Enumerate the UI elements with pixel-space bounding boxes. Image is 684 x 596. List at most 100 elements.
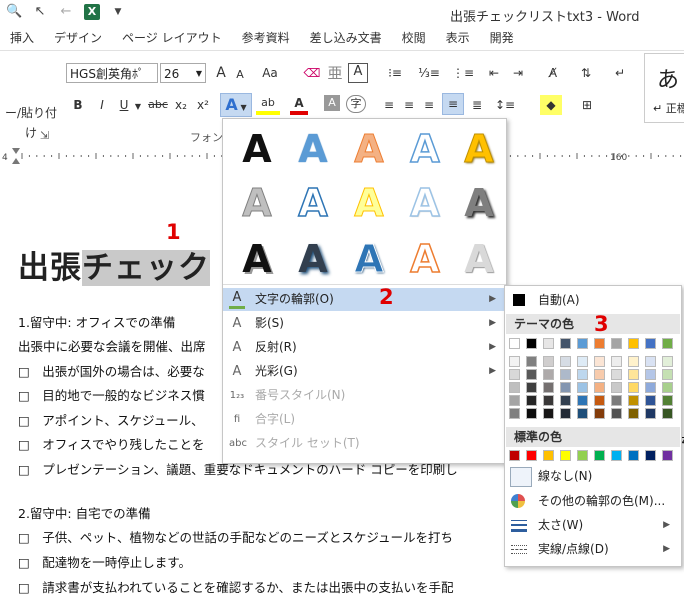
theme-color-swatch[interactable]: [526, 338, 537, 349]
standard-color-swatch[interactable]: [628, 450, 639, 461]
theme-shade-swatch[interactable]: [628, 382, 639, 393]
theme-shade-swatch[interactable]: [526, 408, 537, 419]
theme-shade-swatch[interactable]: [577, 395, 588, 406]
standard-color-swatch[interactable]: [611, 450, 622, 461]
theme-shade-swatch[interactable]: [594, 369, 605, 380]
font-name-combo[interactable]: HGS創英角ﾎﾟ: [66, 63, 158, 83]
char-shading-button[interactable]: A: [324, 95, 340, 111]
theme-shade-swatch[interactable]: [560, 356, 571, 367]
text-effect-preset[interactable]: A: [451, 235, 507, 283]
dash-item[interactable]: 実線/点線(D) ▶: [506, 538, 680, 560]
theme-color-swatch[interactable]: [560, 338, 571, 349]
theme-shade-swatch[interactable]: [611, 395, 622, 406]
tab-page-layout[interactable]: ページ レイアウト: [112, 28, 232, 50]
text-effect-preset[interactable]: A: [285, 235, 341, 283]
subscript-button[interactable]: x₂: [172, 95, 190, 115]
standard-color-swatch[interactable]: [645, 450, 656, 461]
text-effect-preset[interactable]: A: [229, 179, 285, 227]
theme-shade-swatch[interactable]: [662, 356, 673, 367]
theme-shade-swatch[interactable]: [509, 356, 520, 367]
phonetic-guide-button[interactable]: 亜: [326, 63, 344, 83]
change-case-button[interactable]: Aa: [258, 63, 282, 83]
weight-item[interactable]: 太さ(W) ▶: [506, 514, 680, 536]
align-center-icon[interactable]: ≡: [400, 95, 418, 115]
standard-color-swatch[interactable]: [577, 450, 588, 461]
theme-color-swatch[interactable]: [611, 338, 622, 349]
tab-view[interactable]: 表示: [436, 28, 480, 50]
theme-color-swatch[interactable]: [594, 338, 605, 349]
theme-shade-swatch[interactable]: [662, 382, 673, 393]
align-left-icon[interactable]: ≡: [380, 95, 398, 115]
theme-color-swatch[interactable]: [645, 338, 656, 349]
text-effect-button[interactable]: A ▼: [220, 93, 252, 117]
tab-mailings[interactable]: 差し込み文書: [300, 28, 392, 50]
theme-shade-swatch[interactable]: [509, 408, 520, 419]
tab-developer[interactable]: 開発: [480, 28, 524, 50]
theme-shade-swatch[interactable]: [662, 369, 673, 380]
text-effect-preset[interactable]: A: [341, 179, 397, 227]
effects-menu-item[interactable]: A 反射(R) ▶: [223, 336, 506, 359]
bold-button[interactable]: B: [70, 95, 86, 115]
tab-references[interactable]: 参考資料: [232, 28, 300, 50]
back-icon[interactable]: ←: [58, 4, 74, 20]
theme-shade-swatch[interactable]: [594, 408, 605, 419]
effects-menu-item[interactable]: A 光彩(G) ▶: [223, 360, 506, 383]
auto-color-item[interactable]: 自動(A): [506, 289, 680, 311]
text-effect-preset[interactable]: A: [341, 125, 397, 173]
theme-shade-swatch[interactable]: [594, 382, 605, 393]
strike-button[interactable]: abc: [146, 95, 170, 115]
theme-shade-swatch[interactable]: [509, 382, 520, 393]
standard-color-swatch[interactable]: [509, 450, 520, 461]
theme-color-swatch[interactable]: [543, 338, 554, 349]
text-effect-preset[interactable]: A: [397, 235, 453, 283]
theme-shade-swatch[interactable]: [577, 369, 588, 380]
theme-shade-swatch[interactable]: [645, 395, 656, 406]
theme-shade-swatch[interactable]: [509, 369, 520, 380]
text-effect-preset[interactable]: A: [229, 235, 285, 283]
bullets-icon[interactable]: ⁝≡: [380, 63, 410, 83]
theme-shade-swatch[interactable]: [560, 395, 571, 406]
text-effect-preset[interactable]: A: [285, 125, 341, 173]
no-outline-item[interactable]: 線なし(N): [506, 465, 680, 487]
text-effect-preset[interactable]: A: [451, 179, 507, 227]
theme-shade-swatch[interactable]: [577, 408, 588, 419]
theme-shade-swatch[interactable]: [543, 382, 554, 393]
theme-shade-swatch[interactable]: [628, 356, 639, 367]
align-right-icon[interactable]: ≡: [420, 95, 438, 115]
theme-shade-swatch[interactable]: [526, 395, 537, 406]
numbering-icon[interactable]: ⅓≡: [414, 63, 444, 83]
theme-shade-swatch[interactable]: [560, 382, 571, 393]
theme-shade-swatch[interactable]: [543, 369, 554, 380]
theme-shade-swatch[interactable]: [560, 408, 571, 419]
tab-insert[interactable]: 挿入: [0, 28, 44, 50]
shading-icon[interactable]: ◆: [540, 95, 562, 115]
text-effect-preset[interactable]: A: [397, 179, 453, 227]
document-heading[interactable]: 出張チェック: [18, 242, 210, 287]
show-marks-icon[interactable]: ↵: [610, 63, 630, 83]
borders-icon[interactable]: ⊞: [576, 95, 598, 115]
font-color-button[interactable]: A: [290, 95, 308, 115]
standard-color-swatch[interactable]: [526, 450, 537, 461]
clear-format-icon[interactable]: ⌫: [302, 63, 322, 83]
effects-menu-item[interactable]: A 影(S) ▶: [223, 312, 506, 335]
enclosed-button[interactable]: 字: [346, 95, 366, 113]
theme-shade-swatch[interactable]: [594, 356, 605, 367]
standard-color-swatch[interactable]: [560, 450, 571, 461]
chevron-down-icon[interactable]: ▼: [134, 97, 142, 117]
styles-gallery[interactable]: あ ↵ 正標: [644, 53, 684, 123]
more-colors-item[interactable]: その他の輪郭の色(M)...: [506, 490, 680, 512]
theme-shade-swatch[interactable]: [543, 408, 554, 419]
theme-shade-swatch[interactable]: [645, 356, 656, 367]
paste-label[interactable]: ー/貼り付け: [0, 103, 62, 140]
theme-shade-swatch[interactable]: [526, 369, 537, 380]
theme-shade-swatch[interactable]: [611, 382, 622, 393]
theme-shade-swatch[interactable]: [628, 408, 639, 419]
highlight-button[interactable]: ab: [256, 95, 280, 115]
theme-shade-swatch[interactable]: [577, 382, 588, 393]
theme-shade-swatch[interactable]: [645, 408, 656, 419]
shrink-font-button[interactable]: A: [232, 65, 248, 85]
theme-shade-swatch[interactable]: [526, 356, 537, 367]
text-effect-preset[interactable]: A: [229, 125, 285, 173]
asian-layout-icon[interactable]: A̸: [540, 63, 566, 83]
theme-shade-swatch[interactable]: [577, 356, 588, 367]
